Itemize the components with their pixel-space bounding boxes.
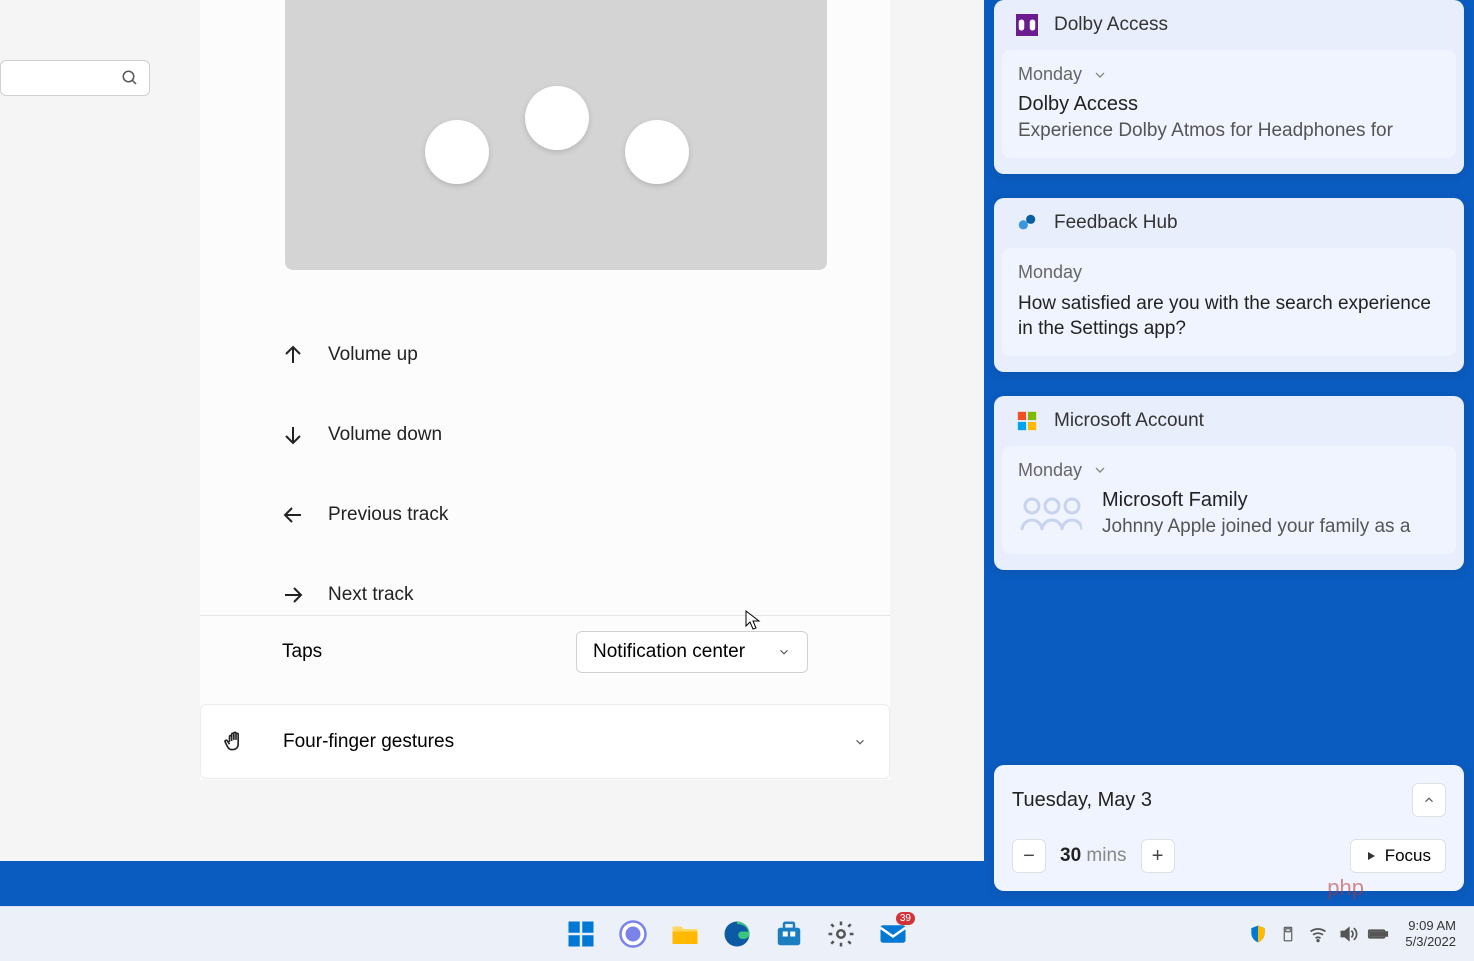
arrow-right-icon xyxy=(280,582,306,608)
focus-button[interactable]: Focus xyxy=(1350,839,1446,873)
app-name: Dolby Access xyxy=(1054,14,1168,36)
search-icon xyxy=(121,69,139,87)
taps-value: Notification center xyxy=(593,641,745,663)
chevron-down-icon xyxy=(1092,462,1108,478)
app-name: Microsoft Account xyxy=(1054,410,1204,432)
tray-usb-icon[interactable] xyxy=(1275,921,1301,947)
notification-day-row[interactable]: Monday xyxy=(1018,460,1440,481)
four-finger-label: Four-finger gestures xyxy=(283,731,454,753)
focus-button-label: Focus xyxy=(1385,846,1431,866)
taskbar-mail[interactable]: 39 xyxy=(869,910,917,958)
gesture-row-previous-track[interactable]: Previous track xyxy=(280,475,820,555)
edge-icon xyxy=(722,919,752,949)
dolby-icon xyxy=(1016,14,1038,36)
chevron-up-icon xyxy=(1422,793,1436,807)
store-icon xyxy=(774,919,804,949)
taskbar-clock[interactable]: 9:09 AM 5/3/2022 xyxy=(1395,918,1466,949)
notification-app-header[interactable]: Feedback Hub xyxy=(994,206,1464,244)
chevron-down-icon xyxy=(853,735,867,749)
gesture-row-volume-up[interactable]: Volume up xyxy=(280,315,820,395)
arrow-up-icon xyxy=(280,342,306,368)
taps-label: Taps xyxy=(282,641,322,663)
system-tray: 9:09 AM 5/3/2022 xyxy=(1245,918,1466,949)
taskbar-edge[interactable] xyxy=(713,910,761,958)
folder-icon xyxy=(670,919,700,949)
collapse-button[interactable] xyxy=(1412,783,1446,817)
notification-day-row: Monday xyxy=(1018,262,1440,283)
gesture-preview xyxy=(285,0,827,270)
tray-wifi-icon[interactable] xyxy=(1305,921,1331,947)
calendar-focus-card: Tuesday, May 3 − 30 mins + Focus xyxy=(994,765,1464,891)
notification-day: Monday xyxy=(1018,64,1082,85)
notification-day: Monday xyxy=(1018,262,1082,283)
tray-battery-icon[interactable] xyxy=(1365,921,1391,947)
arrow-down-icon xyxy=(280,422,306,448)
focus-date[interactable]: Tuesday, May 3 xyxy=(1012,789,1152,812)
taps-row: Taps Notification center xyxy=(200,615,890,687)
increase-time-button[interactable]: + xyxy=(1141,839,1175,873)
arrow-left-icon xyxy=(280,502,306,528)
notification-app-header[interactable]: Dolby Access xyxy=(994,8,1464,46)
windows-icon xyxy=(566,919,596,949)
chevron-down-icon xyxy=(1092,67,1108,83)
gesture-row-volume-down[interactable]: Volume down xyxy=(280,395,820,475)
notification-item[interactable]: Monday Microsoft Family Johnny Apple joi… xyxy=(1002,446,1456,554)
notification-message: Johnny Apple joined your family as a xyxy=(1102,514,1410,540)
notification-group-msaccount: Microsoft Account Monday Microsoft Famil… xyxy=(994,396,1464,570)
taskbar: 39 9:09 AM 5/3/2022 xyxy=(0,906,1474,961)
family-icon xyxy=(1018,489,1082,539)
notification-message: How satisfied are you with the search ex… xyxy=(1018,291,1440,342)
touch-point-3 xyxy=(625,120,689,184)
touch-point-2 xyxy=(525,86,589,150)
mouse-cursor-icon xyxy=(745,610,761,632)
feedback-hub-icon xyxy=(1016,212,1038,234)
mail-badge: 39 xyxy=(896,912,915,925)
notification-title: Dolby Access xyxy=(1018,93,1440,116)
notification-app-header[interactable]: Microsoft Account xyxy=(994,404,1464,442)
watermark: php xyxy=(1327,875,1364,901)
taskbar-center: 39 xyxy=(557,910,917,958)
gesture-list: Volume up Volume down Previous track Nex… xyxy=(280,315,820,635)
taskbar-chat[interactable] xyxy=(609,910,657,958)
settings-search-box[interactable] xyxy=(0,60,150,96)
clock-date: 5/3/2022 xyxy=(1405,934,1456,950)
notification-group-dolby: Dolby Access Monday Dolby Access Experie… xyxy=(994,0,1464,174)
app-name: Feedback Hub xyxy=(1054,212,1178,234)
gesture-label: Volume down xyxy=(328,424,442,446)
notification-day-row[interactable]: Monday xyxy=(1018,64,1440,85)
gesture-label: Volume up xyxy=(328,344,418,366)
gesture-label: Previous track xyxy=(328,504,448,526)
decrease-time-button[interactable]: − xyxy=(1012,839,1046,873)
gesture-label: Next track xyxy=(328,584,414,606)
chat-icon xyxy=(618,919,648,949)
taps-dropdown[interactable]: Notification center xyxy=(576,631,808,673)
taskbar-settings[interactable] xyxy=(817,910,865,958)
play-icon xyxy=(1365,850,1377,862)
taskbar-explorer[interactable] xyxy=(661,910,709,958)
notification-item[interactable]: Monday Dolby Access Experience Dolby Atm… xyxy=(1002,50,1456,158)
start-button[interactable] xyxy=(557,910,605,958)
microsoft-icon xyxy=(1016,410,1038,432)
search-input[interactable] xyxy=(21,70,121,86)
four-finger-gestures-row[interactable]: Four-finger gestures xyxy=(200,704,890,779)
touch-point-1 xyxy=(425,120,489,184)
hand-icon xyxy=(223,729,249,755)
clock-time: 9:09 AM xyxy=(1405,918,1456,934)
tray-security-icon[interactable] xyxy=(1245,921,1271,947)
gear-icon xyxy=(826,919,856,949)
tray-volume-icon[interactable] xyxy=(1335,921,1361,947)
notification-item[interactable]: Monday How satisfied are you with the se… xyxy=(1002,248,1456,356)
notification-center: Dolby Access Monday Dolby Access Experie… xyxy=(994,0,1464,594)
chevron-down-icon xyxy=(777,645,791,659)
taskbar-store[interactable] xyxy=(765,910,813,958)
notification-group-feedback: Feedback Hub Monday How satisfied are yo… xyxy=(994,198,1464,372)
focus-duration: 30 mins xyxy=(1060,845,1127,867)
notification-day: Monday xyxy=(1018,460,1082,481)
settings-panel: Volume up Volume down Previous track Nex… xyxy=(200,0,890,780)
notification-title: Microsoft Family xyxy=(1102,489,1410,512)
notification-message: Experience Dolby Atmos for Headphones fo… xyxy=(1018,118,1440,144)
